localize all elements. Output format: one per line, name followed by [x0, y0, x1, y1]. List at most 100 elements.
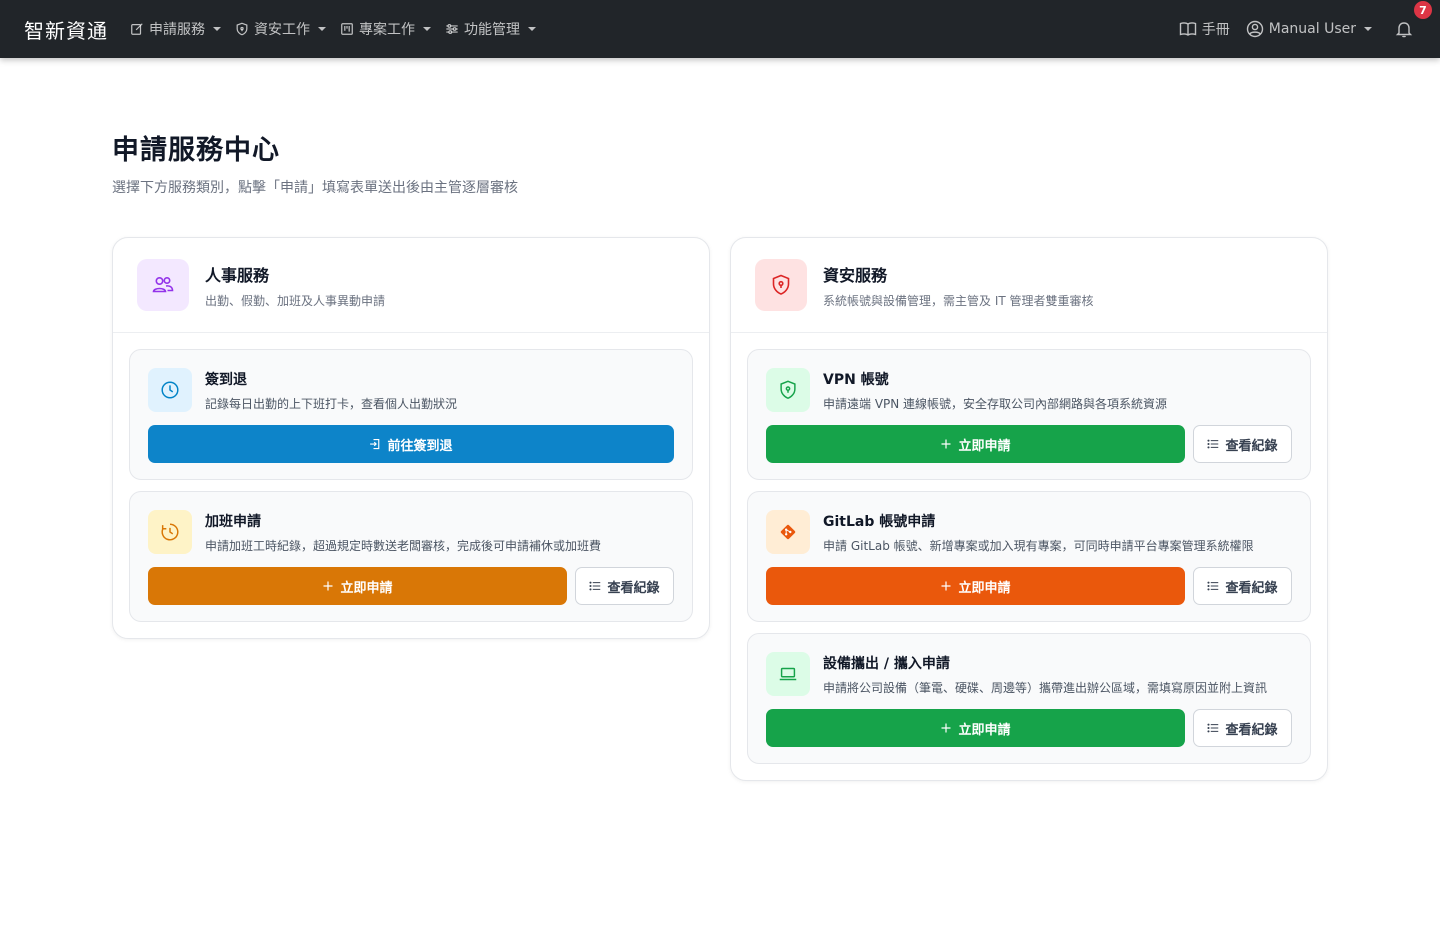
plus-icon — [941, 581, 951, 591]
plus-icon — [941, 439, 951, 449]
nav-right: 手冊 Manual User 7 — [1179, 0, 1434, 41]
menu-project-work[interactable]: 專案工作 — [340, 19, 431, 39]
card-header: 設備攜出 / 攜入申請 申請將公司設備（筆電、硬碟、周邊等）攜帶進出辦公區域，需… — [766, 652, 1292, 696]
security-panel-heading: 資安服務 系統帳號與設備管理，需主管及 IT 管理者雙重審核 — [823, 262, 1094, 309]
main-content: 申請服務中心 選擇下方服務類別，點擊「申請」填寫表單送出後由主管逐層審核 人事服… — [112, 58, 1328, 781]
button-label: 查看紀錄 — [607, 580, 660, 596]
card-desc: 申請加班工時紀錄，超過規定時數送老闆審核，完成後可申請補休或加班費 — [205, 538, 602, 553]
go-checkin-button[interactable]: 前往簽到退 — [148, 425, 674, 463]
apply-overtime-button[interactable]: 立即申請 — [148, 567, 567, 605]
card-text: VPN 帳號 申請遠端 VPN 連線帳號，安全存取公司內部網路與各項系統資源 — [823, 369, 1167, 412]
service-card-gitlab: GitLab 帳號申請 申請 GitLab 帳號、新增專案或加入現有專案，可同時… — [747, 491, 1311, 622]
card-desc: 申請遠端 VPN 連線帳號，安全存取公司內部網路與各項系統資源 — [823, 396, 1168, 411]
button-label: 立即申請 — [340, 580, 393, 596]
menu-label: 資安工作 — [254, 22, 310, 38]
button-label: 前往簽到退 — [387, 438, 453, 454]
card-title: 簽到退 — [205, 371, 247, 388]
service-card-checkin: 簽到退 記錄每日出勤的上下班打卡，查看個人出勤狀況 前往簽到退 — [129, 349, 693, 480]
apply-vpn-button[interactable]: 立即申請 — [766, 425, 1185, 463]
git-icon — [766, 510, 810, 554]
laptop-icon — [766, 652, 810, 696]
hr-cards: 簽到退 記錄每日出勤的上下班打卡，查看個人出勤狀況 前往簽到退 加班申請 申請加… — [113, 333, 709, 638]
menu-apply-services[interactable]: 申請服務 — [130, 19, 221, 39]
card-title: 設備攜出 / 攜入申請 — [823, 655, 950, 672]
shield-lock-icon — [755, 259, 807, 311]
card-text: GitLab 帳號申請 申請 GitLab 帳號、新增專案或加入現有專案，可同時… — [823, 511, 1254, 554]
caret-down-icon — [318, 27, 326, 31]
card-header: 加班申請 申請加班工時紀錄，超過規定時數送老闆審核，完成後可申請補休或加班費 — [148, 510, 674, 554]
card-desc: 申請 GitLab 帳號、新增專案或加入現有專案，可同時申請平台專案管理系統權限 — [823, 538, 1254, 553]
view-vpn-records-button[interactable]: 查看紀錄 — [1193, 425, 1292, 463]
card-title: VPN 帳號 — [823, 371, 889, 388]
caret-down-icon — [213, 27, 221, 31]
card-title: GitLab 帳號申請 — [823, 513, 936, 530]
card-header: GitLab 帳號申請 申請 GitLab 帳號、新增專案或加入現有專案，可同時… — [766, 510, 1292, 554]
menu-label: 專案工作 — [359, 22, 415, 38]
page-subtitle: 選擇下方服務類別，點擊「申請」填寫表單送出後由主管逐層審核 — [112, 180, 518, 196]
button-label: 查看紀錄 — [1225, 722, 1278, 738]
card-actions: 立即申請 查看紀錄 — [766, 425, 1292, 463]
card-title: 加班申請 — [205, 513, 261, 530]
clock-icon — [148, 368, 192, 412]
hr-panel-header: 人事服務 出勤、假勤、加班及人事異動申請 — [113, 238, 709, 333]
notification-badge: 7 — [1412, 0, 1434, 21]
service-card-equipment: 設備攜出 / 攜入申請 申請將公司設備（筆電、硬碟、周邊等）攜帶進出辦公區域，需… — [747, 633, 1311, 764]
apply-equipment-button[interactable]: 立即申請 — [766, 709, 1185, 747]
brand-logo[interactable]: 智新資通 — [24, 15, 108, 44]
shield-icon — [236, 22, 248, 36]
card-actions: 立即申請 查看紀錄 — [148, 567, 674, 605]
menu-feature-management[interactable]: 功能管理 — [445, 19, 536, 39]
button-label: 立即申請 — [958, 438, 1011, 454]
page-title: 申請服務中心 — [112, 135, 280, 166]
security-cards: VPN 帳號 申請遠端 VPN 連線帳號，安全存取公司內部網路與各項系統資源 立… — [731, 333, 1327, 780]
hr-panel-heading: 人事服務 出勤、假勤、加班及人事異動申請 — [205, 262, 385, 309]
hr-services-panel: 人事服務 出勤、假勤、加班及人事異動申請 簽到退 記錄每日出勤的上下班打卡，查看… — [112, 237, 710, 639]
apply-gitlab-button[interactable]: 立即申請 — [766, 567, 1185, 605]
view-overtime-records-button[interactable]: 查看紀錄 — [575, 567, 674, 605]
plus-icon — [323, 581, 333, 591]
caret-down-icon — [1364, 27, 1372, 31]
card-text: 加班申請 申請加班工時紀錄，超過規定時數送老闆審核，完成後可申請補休或加班費 — [205, 511, 601, 554]
panel-desc: 出勤、假勤、加班及人事異動申請 — [205, 293, 386, 308]
people-icon — [137, 259, 189, 311]
list-icon — [1207, 723, 1219, 733]
list-icon — [1207, 439, 1219, 449]
service-columns: 人事服務 出勤、假勤、加班及人事異動申請 簽到退 記錄每日出勤的上下班打卡，查看… — [112, 237, 1328, 781]
bell-icon — [1395, 22, 1413, 38]
button-label: 立即申請 — [958, 580, 1011, 596]
card-text: 設備攜出 / 攜入申請 申請將公司設備（筆電、硬碟、周邊等）攜帶進出辦公區域，需… — [823, 653, 1267, 696]
manual-label: 手冊 — [1201, 22, 1230, 38]
card-desc: 記錄每日出勤的上下班打卡，查看個人出勤狀況 — [205, 396, 458, 411]
button-label: 立即申請 — [958, 722, 1011, 738]
book-icon — [1179, 22, 1196, 36]
user-menu[interactable]: Manual User — [1246, 20, 1372, 38]
list-icon — [589, 581, 601, 591]
user-name: Manual User — [1268, 21, 1356, 37]
caret-down-icon — [528, 27, 536, 31]
view-gitlab-records-button[interactable]: 查看紀錄 — [1193, 567, 1292, 605]
card-actions: 前往簽到退 — [148, 425, 674, 463]
manual-link[interactable]: 手冊 — [1179, 19, 1230, 39]
user-circle-icon — [1246, 20, 1263, 38]
sliders-icon — [446, 24, 458, 34]
main-menu: 申請服務 資安工作 專案工作 功能管理 — [130, 19, 536, 39]
button-label: 查看紀錄 — [1225, 438, 1278, 454]
menu-security-work[interactable]: 資安工作 — [235, 19, 326, 39]
clock-history-icon — [148, 510, 192, 554]
view-equipment-records-button[interactable]: 查看紀錄 — [1193, 709, 1292, 747]
security-panel-header: 資安服務 系統帳號與設備管理，需主管及 IT 管理者雙重審核 — [731, 238, 1327, 333]
panel-title: 人事服務 — [205, 265, 270, 285]
card-actions: 立即申請 查看紀錄 — [766, 709, 1292, 747]
card-header: 簽到退 記錄每日出勤的上下班打卡，查看個人出勤狀況 — [148, 368, 674, 412]
top-navbar: 智新資通 申請服務 資安工作 專案工作 功能管理 手冊 Manual User … — [0, 0, 1440, 58]
shield-lock-icon — [766, 368, 810, 412]
plus-icon — [941, 723, 951, 733]
card-actions: 立即申請 查看紀錄 — [766, 567, 1292, 605]
card-desc: 申請將公司設備（筆電、硬碟、周邊等）攜帶進出辦公區域，需填寫原因並附上資訊 — [823, 680, 1268, 695]
login-icon — [370, 438, 380, 450]
button-label: 查看紀錄 — [1225, 580, 1278, 596]
menu-label: 功能管理 — [464, 22, 520, 38]
kanban-icon — [341, 23, 353, 35]
notification-button[interactable]: 7 — [1392, 0, 1434, 41]
panel-title: 資安服務 — [823, 265, 888, 285]
